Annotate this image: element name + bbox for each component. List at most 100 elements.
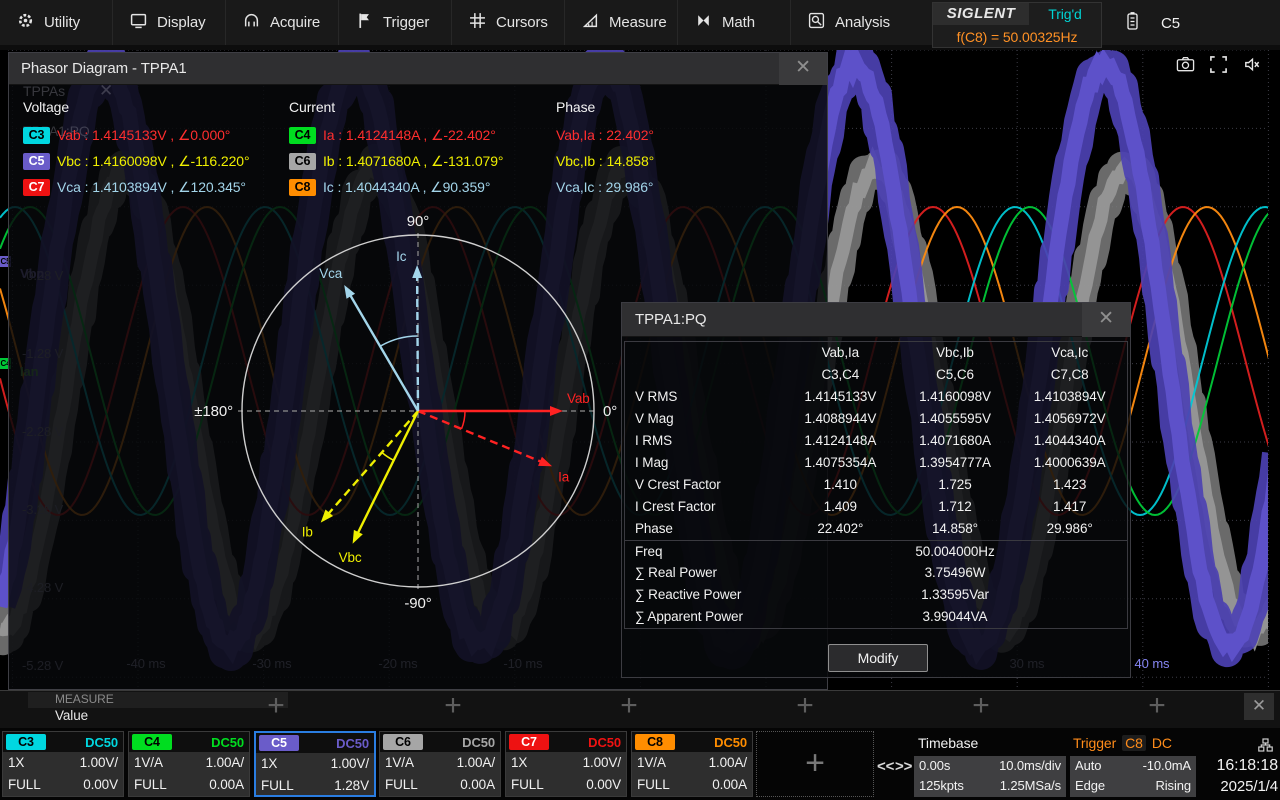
menu-item-measure[interactable]: Measure: [565, 0, 678, 45]
menu-item-cursors[interactable]: Cursors: [452, 0, 565, 45]
channel-offset: 0.00A: [209, 774, 244, 796]
menu-item-trigger[interactable]: Trigger: [339, 0, 452, 45]
channel-box-c3[interactable]: C3DC501X1.00V/FULL0.00V: [2, 731, 124, 797]
table-row: I Crest Factor1.4091.7121.417: [625, 496, 1127, 518]
voltage-readout-text: Vab : 1.4145133V , ∠0.000°: [57, 127, 230, 144]
channel-box-c7[interactable]: C7DC501X1.00V/FULL0.00V: [505, 731, 627, 797]
channel-coupling: DC50: [714, 735, 752, 750]
phase-readout-column: Phase Vab,Ia : 22.402°Vbc,Ib : 14.858°Vc…: [556, 99, 654, 200]
siglent-logo: SIGLENT: [933, 3, 1029, 25]
current-readout-row: C4Ia : 1.4124148A , ∠-22.402°: [289, 122, 503, 148]
phase-readout-text: Vbc,Ib : 14.858°: [556, 153, 654, 169]
vector-label-ic: Ic: [396, 249, 407, 264]
channel-scale: 1.00V/: [331, 753, 369, 775]
channel-offset: 0.00V: [83, 774, 118, 796]
phase-readout-row: Vab,Ia : 22.402°: [556, 122, 654, 148]
channel-probe: 1V/A: [134, 752, 163, 774]
measure-strip: MEASURE Value ++++++ ✕: [0, 690, 1280, 728]
channel-scale: 1.00A/: [709, 752, 747, 774]
voltage-readout-row: C5Vbc : 1.4160098V , ∠-116.220°: [23, 148, 249, 174]
pq-window-titlebar[interactable]: TPPA1:PQ ✕: [622, 303, 1130, 337]
vector-label-ia: Ia: [558, 469, 570, 484]
nav-prev-button[interactable]: <<: [877, 758, 894, 775]
channel-badge-c3: C3: [23, 127, 50, 144]
channel-probe: 1X: [511, 752, 527, 774]
channel-badge-c8: C8: [635, 734, 675, 750]
svg-text:0°: 0°: [603, 403, 617, 420]
channel-box-c4[interactable]: C4DC501V/A1.00A/FULL0.00A: [128, 731, 250, 797]
voltage-header: Voltage: [23, 99, 249, 115]
speaker-muted-icon[interactable]: [1242, 55, 1261, 79]
modify-button[interactable]: Modify: [828, 644, 928, 672]
network-icon[interactable]: [1258, 738, 1273, 752]
table-row: ∑ Apparent Power3.99044VA: [625, 606, 1127, 628]
table-row: ∑ Real Power3.75496W: [625, 562, 1127, 584]
trigger-level: -10.0mA: [1143, 756, 1191, 776]
frequency-counter-readout: f(C8) = 50.00325Hz: [933, 25, 1101, 49]
measure-strip-close-button[interactable]: ✕: [1244, 693, 1274, 720]
current-readout-column: Current C4Ia : 1.4124148A , ∠-22.402°C6I…: [289, 99, 503, 200]
add-measurement-slot[interactable]: +: [444, 689, 461, 723]
trigger-title: Trigger C8 DC: [1073, 735, 1172, 751]
voltage-readout-text: Vbc : 1.4160098V , ∠-116.220°: [57, 153, 249, 170]
channel-probe: 1X: [261, 753, 277, 775]
channel-badge-c5: C5: [259, 735, 299, 751]
trigger-panel[interactable]: Auto-10.0mA EdgeRising: [1070, 756, 1196, 797]
add-measurement-slot[interactable]: +: [796, 689, 813, 723]
menu-item-analysis[interactable]: Analysis: [791, 0, 904, 45]
active-channel-indicator[interactable]: C5: [1126, 11, 1180, 35]
menu-item-display[interactable]: Display: [113, 0, 226, 45]
menu-item-utility[interactable]: Utility: [0, 0, 113, 45]
channel-probe: 1V/A: [385, 752, 414, 774]
measure-strip-row-label: Value: [55, 708, 88, 723]
channel-badge-c3: C3: [6, 734, 46, 750]
display-action-icons: [1176, 55, 1261, 79]
channel-box-c5[interactable]: C5DC501X1.00V/FULL1.28V: [254, 731, 376, 797]
channel-scale: 1.00A/: [457, 752, 495, 774]
table-row: I RMS1.4124148A1.4071680A1.4044340A: [625, 430, 1127, 452]
fullscreen-icon[interactable]: [1209, 55, 1228, 79]
channel-coupling: DC50: [462, 735, 500, 750]
channel-badge-c4: C4: [289, 127, 316, 144]
nav-next-button[interactable]: >>: [895, 758, 912, 775]
timebase-panel[interactable]: 0.00s10.0ms/div 125kpts1.25MSa/s: [914, 756, 1066, 797]
timebase-title: Timebase: [918, 735, 978, 751]
add-measurement-slot[interactable]: +: [620, 689, 637, 723]
pq-close-button[interactable]: ✕: [1082, 303, 1130, 337]
menu: UtilityDisplayAcquireTriggerCursorsMeasu…: [0, 0, 904, 45]
add-measurement-slot[interactable]: +: [267, 689, 284, 723]
channel-probe: 1X: [8, 752, 24, 774]
table-channel-row: C3,C4C5,C6C7,C8: [625, 364, 1127, 386]
table-row: ∑ Reactive Power1.33595Var: [625, 584, 1127, 606]
add-measurement-slot[interactable]: +: [972, 689, 989, 723]
timebase-scale: 10.0ms/div: [999, 756, 1061, 776]
trigger-type: Edge: [1075, 776, 1105, 796]
channel-scale: 1.00A/: [206, 752, 244, 774]
table-row: V Crest Factor1.4101.7251.423: [625, 474, 1127, 496]
menu-item-acquire[interactable]: Acquire: [226, 0, 339, 45]
voltage-readout-row: C7 Vca : 1.4103894V , ∠120.345°: [23, 174, 249, 200]
analysis-icon: [808, 12, 825, 33]
table-row: Phase22.402°14.858°29.986°: [625, 518, 1127, 540]
add-measurement-slot[interactable]: +: [1148, 689, 1165, 723]
channel-offset: 0.00A: [460, 774, 495, 796]
measure-icon: [582, 12, 599, 33]
current-readout-row: C8Ic : 1.4044340A , ∠90.359°: [289, 174, 503, 200]
trigger-source-badge: C8: [1122, 735, 1146, 751]
channel-badge-c7: C7: [23, 179, 50, 196]
channel-scale: 1.00V/: [80, 752, 118, 774]
camera-icon[interactable]: [1176, 55, 1195, 79]
trigger-status-badge: Trig'd: [1029, 3, 1101, 25]
channel-box-c6[interactable]: C6DC501V/A1.00A/FULL0.00A: [379, 731, 501, 797]
svg-text:-90°: -90°: [404, 595, 431, 612]
menu-item-math[interactable]: Math: [678, 0, 791, 45]
pq-measurement-table: Vab,IaVbc,IbVca,IcC3,C4C5,C6C7,C8V RMS1.…: [624, 341, 1128, 629]
channel-box-c8[interactable]: C8DC501V/A1.00A/FULL0.00A: [631, 731, 753, 797]
clock-time: 16:18:18: [1200, 757, 1278, 775]
table-row: I Mag1.4075354A1.3954777A1.4000639A: [625, 452, 1127, 474]
current-readout-text: Ic : 1.4044340A , ∠90.359°: [323, 179, 490, 196]
voltage-readout-text: Vca : 1.4103894V , ∠120.345°: [57, 179, 246, 196]
channel-bandwidth: FULL: [511, 774, 544, 796]
top-menu-bar: UtilityDisplayAcquireTriggerCursorsMeasu…: [0, 0, 1280, 50]
add-channel-slot[interactable]: +: [756, 731, 874, 797]
